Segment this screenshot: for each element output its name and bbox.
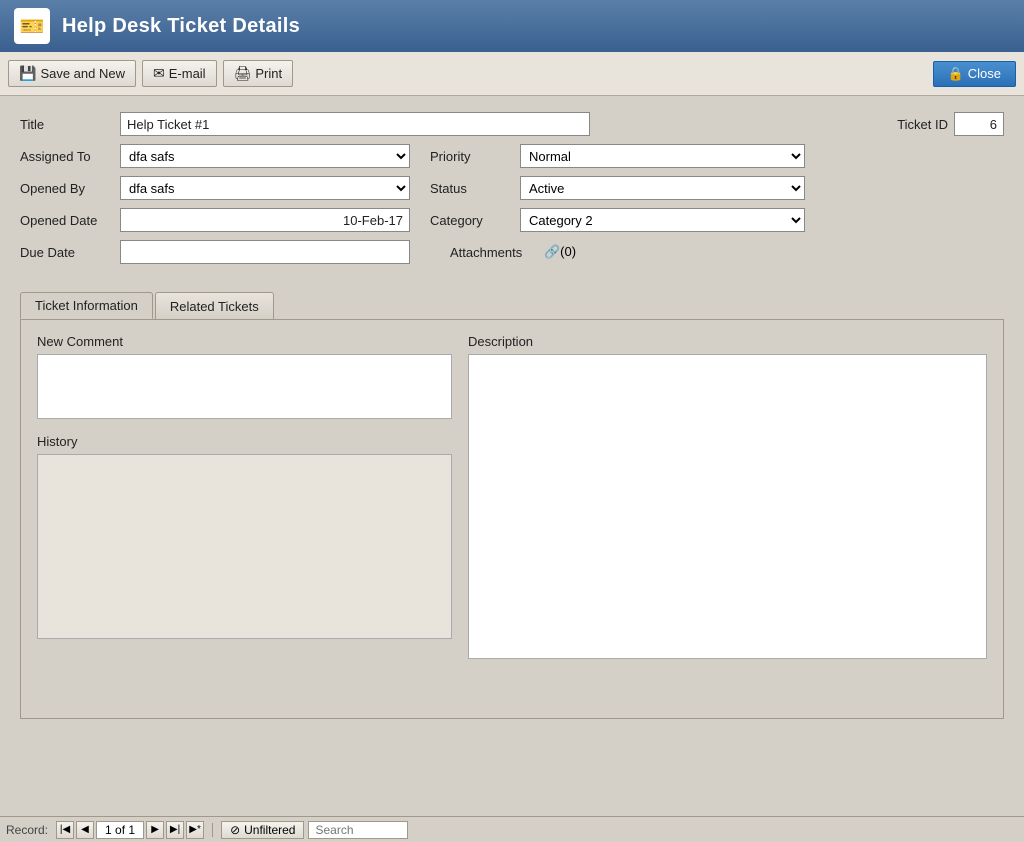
tab-ticket-information[interactable]: Ticket Information xyxy=(20,292,153,319)
filter-label: Unfiltered xyxy=(244,823,295,837)
nav-new-button[interactable]: ▶* xyxy=(186,821,204,839)
due-date-label: Due Date xyxy=(20,245,120,260)
attachments-label: Attachments xyxy=(450,245,540,260)
priority-select[interactable]: Normal Low High Critical xyxy=(520,144,805,168)
search-input[interactable] xyxy=(308,821,408,839)
assigned-priority-row: Assigned To dfa safs Priority Normal Low… xyxy=(20,144,1004,168)
due-date-attachments-row: Due Date Attachments 🔗(0) xyxy=(20,240,1004,264)
save-and-new-button[interactable]: 💾 Save and New xyxy=(8,60,136,87)
opened-date-label: Opened Date xyxy=(20,213,120,228)
opened-date-category-row: Opened Date Category Category 1 Category… xyxy=(20,208,1004,232)
attachments-value: 🔗(0) xyxy=(544,244,576,260)
title-input[interactable] xyxy=(120,112,590,136)
history-label: History xyxy=(37,434,452,449)
nav-next-button[interactable]: ▶ xyxy=(146,821,164,839)
status-label: Status xyxy=(430,181,520,196)
title-label: Title xyxy=(20,117,120,132)
assigned-to-label: Assigned To xyxy=(20,149,120,164)
window-title: Help Desk Ticket Details xyxy=(62,15,300,38)
email-button[interactable]: ✉ E-mail xyxy=(142,60,217,87)
new-comment-label: New Comment xyxy=(37,334,452,349)
category-select[interactable]: Category 1 Category 2 Category 3 xyxy=(520,208,805,232)
header: 🎫 Help Desk Ticket Details xyxy=(0,0,1024,52)
ticket-id-label: Ticket ID xyxy=(897,117,948,132)
priority-label: Priority xyxy=(430,149,520,164)
statusbar: Record: |◀ ◀ 1 of 1 ▶ ▶| ▶* ⊘ Unfiltered xyxy=(0,816,1024,842)
form-area: Title Ticket ID Assigned To dfa safs Pri… xyxy=(0,96,1024,282)
category-label: Category xyxy=(430,213,520,228)
history-box xyxy=(37,454,452,639)
tab-header: Ticket Information Related Tickets xyxy=(20,292,1004,319)
close-label: Close xyxy=(968,66,1001,81)
close-icon: 🔒 xyxy=(948,66,964,82)
email-icon: ✉ xyxy=(153,65,165,82)
app-icon: 🎫 xyxy=(14,8,50,44)
save-and-new-label: Save and New xyxy=(40,66,125,81)
record-info: 1 of 1 xyxy=(96,821,144,839)
print-button[interactable]: 🖨 Print xyxy=(223,60,294,87)
tab-content: New Comment History Description xyxy=(20,319,1004,719)
inner-form: New Comment History Description xyxy=(37,334,987,662)
unfiltered-button[interactable]: ⊘ Unfiltered xyxy=(221,821,304,839)
save-icon: 💾 xyxy=(19,65,36,82)
nav-prev-button[interactable]: ◀ xyxy=(76,821,94,839)
status-select[interactable]: Active Pending Resolved Closed xyxy=(520,176,805,200)
due-date-input[interactable] xyxy=(120,240,410,264)
description-textarea[interactable] xyxy=(468,354,987,659)
title-row: Title Ticket ID xyxy=(20,112,1004,136)
new-comment-textarea[interactable] xyxy=(37,354,452,419)
record-label: Record: xyxy=(6,823,48,837)
nav-first-button[interactable]: |◀ xyxy=(56,821,74,839)
description-label: Description xyxy=(468,334,987,349)
toolbar: 💾 Save and New ✉ E-mail 🖨 Print 🔒 Close xyxy=(0,52,1024,96)
opened-date-input[interactable] xyxy=(120,208,410,232)
ticket-id-group: Ticket ID xyxy=(897,112,1004,136)
print-label: Print xyxy=(255,66,282,81)
opened-by-select[interactable]: dfa safs xyxy=(120,176,410,200)
opened-by-label: Opened By xyxy=(20,181,120,196)
print-icon: 🖨 xyxy=(234,65,252,82)
right-panel: Description xyxy=(468,334,987,662)
ticket-id-input[interactable] xyxy=(954,112,1004,136)
close-button[interactable]: 🔒 Close xyxy=(933,61,1016,87)
opened-by-status-row: Opened By dfa safs Status Active Pending… xyxy=(20,176,1004,200)
left-panel: New Comment History xyxy=(37,334,452,662)
nav-group: |◀ ◀ 1 of 1 ▶ ▶| ▶* xyxy=(56,821,204,839)
tab-related-tickets[interactable]: Related Tickets xyxy=(155,292,274,319)
assigned-to-select[interactable]: dfa safs xyxy=(120,144,410,168)
email-label: E-mail xyxy=(169,66,206,81)
tabs-area: Ticket Information Related Tickets New C… xyxy=(0,292,1024,719)
nav-last-button[interactable]: ▶| xyxy=(166,821,184,839)
divider xyxy=(212,823,213,837)
filter-icon: ⊘ xyxy=(230,823,240,837)
